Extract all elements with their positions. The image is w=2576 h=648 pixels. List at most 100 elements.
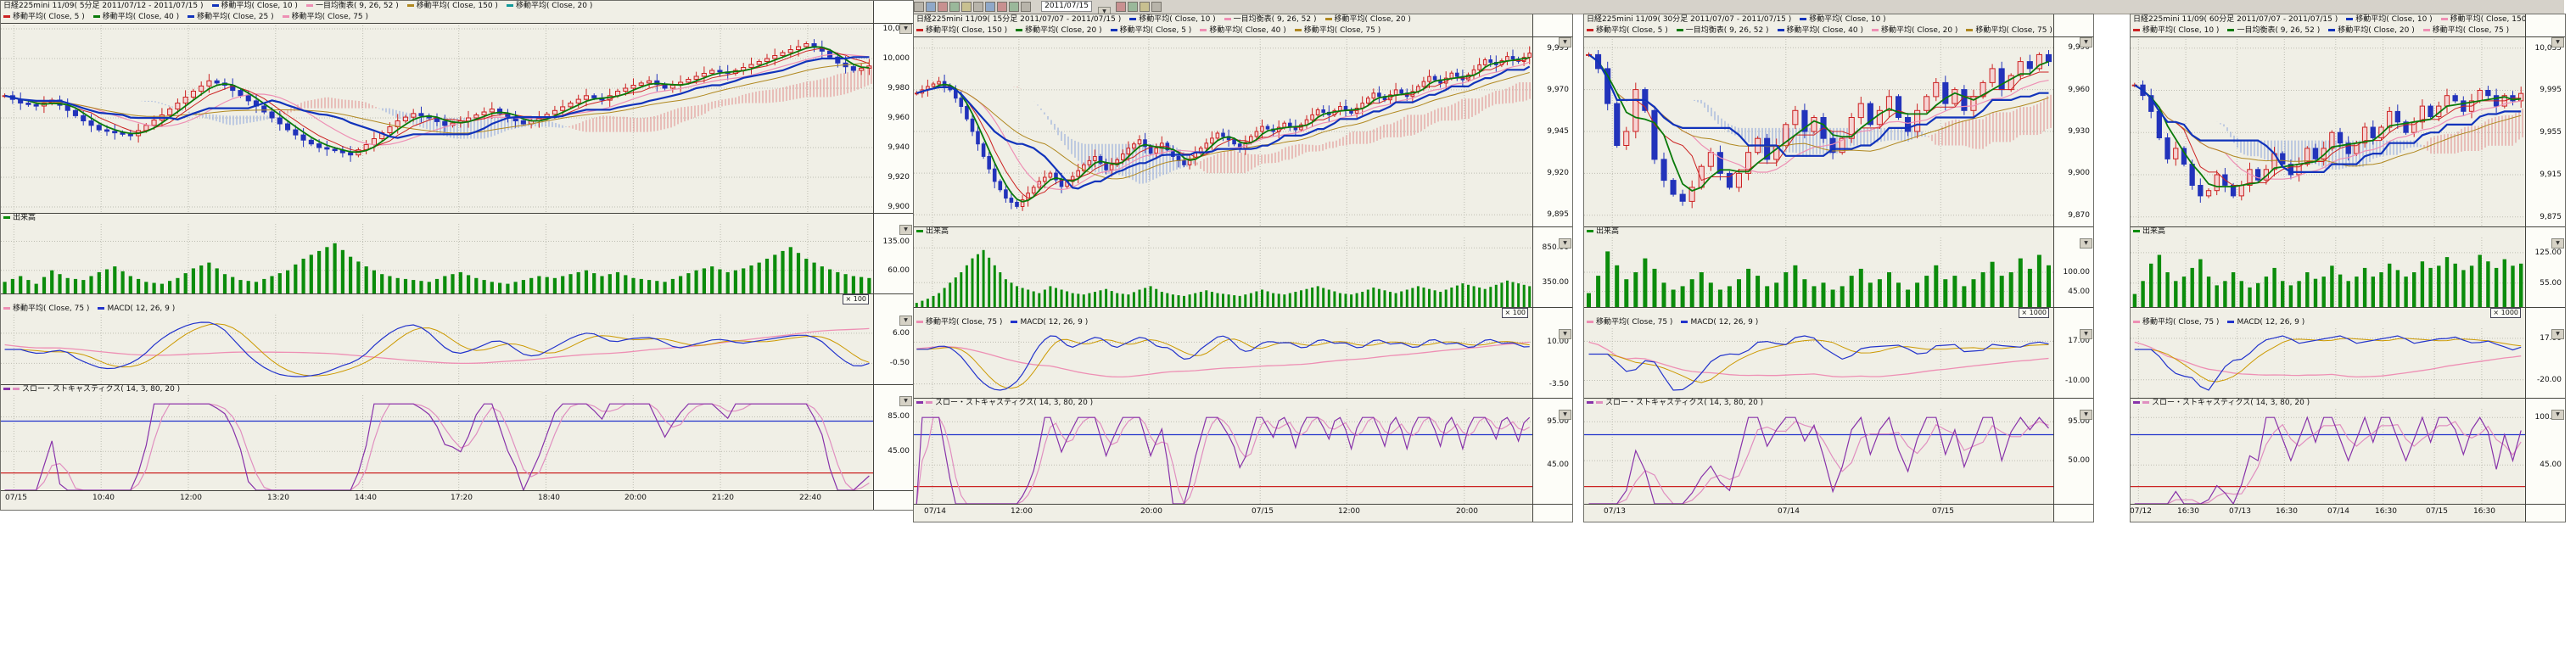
indicator-legend-item: 移動平均( Close, 40 ): [1778, 26, 1863, 35]
copy-icon[interactable]: [961, 2, 972, 12]
macd-chart-canvas: [2131, 328, 2525, 398]
indicator-legend-item: 移動平均( Close, 75 ): [2423, 26, 2509, 35]
price-axis-tick: 9,875: [2526, 213, 2562, 221]
axis-menu-button[interactable]: ▼: [2080, 410, 2092, 420]
time-axis-label: 12:00: [176, 491, 205, 505]
axis-menu-button[interactable]: ▼: [899, 24, 912, 34]
stoch-chart[interactable]: [914, 409, 1532, 504]
price-chart[interactable]: [1, 23, 873, 213]
stoch-chart[interactable]: [1584, 409, 2053, 504]
time-axis-label: 20:00: [1453, 505, 1481, 518]
price-axis-tick: 9,940: [874, 143, 910, 152]
bar-chart-icon[interactable]: [997, 2, 1007, 12]
price-chart[interactable]: [2131, 36, 2525, 226]
volume-axis-tick: 45.00: [2054, 288, 2090, 296]
time-axis-label: 17:20: [447, 491, 476, 505]
indicator-label: 移動平均( Close, 5 ): [13, 13, 85, 21]
value-axis-column: 10,02010,0009,9809,9609,9409,9209,900135…: [873, 1, 913, 510]
macd-chart[interactable]: [1584, 328, 2053, 398]
grid-icon[interactable]: [1009, 2, 1019, 12]
refresh-icon[interactable]: [1151, 2, 1162, 12]
indicator-legend-item: 移動平均( Close, 20 ): [507, 2, 592, 10]
section-divider: [914, 36, 1572, 37]
value-axis-column: 10,0359,9959,9559,9159,875125.0055.0017.…: [2525, 14, 2565, 522]
legend-color-swatch: [507, 4, 513, 7]
indicator-legend-item: 移動平均( Close, 75 ): [1587, 318, 1672, 327]
indicator-label: 一目均衡表( 9, 26, 52 ): [1686, 26, 1769, 35]
stochastics-label: スロー・ストキャスティクス( 14, 3, 80, 20 ): [935, 399, 1093, 407]
volume-chart-canvas: [2131, 237, 2525, 307]
indicator-label: 移動平均( Close, 150 ): [417, 2, 498, 10]
price-chart[interactable]: [914, 36, 1532, 226]
time-axis: 07/1307/1407/15: [1584, 505, 2053, 520]
volume-axis-tick: 135.00: [874, 237, 910, 246]
section-divider: [914, 307, 1572, 308]
price-chart-canvas: [914, 36, 1532, 226]
chart-header-row-2: 移動平均( Close, 5 )移動平均( Close, 40 )移動平均( C…: [1, 12, 913, 23]
axis-menu-button[interactable]: ▼: [2080, 37, 2092, 47]
volume-multiplier-badge: × 1000: [2490, 308, 2521, 318]
stoch-chart[interactable]: [1, 395, 873, 490]
macd-chart[interactable]: [2131, 328, 2525, 398]
macd-section-label-row: 移動平均( Close, 75 )MACD( 12, 26, 9 ): [1, 304, 873, 315]
value-axis-column: 9,9909,9609,9309,9009,870100.0045.0017.0…: [2053, 14, 2093, 522]
indicator-label: 移動平均( Close, 20 ): [1881, 26, 1957, 35]
new-chart-icon[interactable]: [914, 2, 924, 12]
time-axis-label: 07/13: [2226, 505, 2254, 518]
legend-color-swatch: [1800, 18, 1806, 20]
chart-header-row-2: 移動平均( Close, 5 ) 一目均衡表( 9, 26, 52 ) 移動平均( …: [1584, 25, 2093, 36]
volume-chart[interactable]: [914, 237, 1532, 307]
time-axis-label: 16:30: [2470, 505, 2499, 518]
toolbar-date-field[interactable]: 2011/07/15: [1041, 1, 1092, 12]
price-chart[interactable]: [1584, 36, 2053, 226]
indicator-label: 移動平均( Close, 20 ): [1025, 26, 1101, 35]
settings-icon[interactable]: [1021, 2, 1031, 12]
axis-menu-button[interactable]: ▼: [899, 396, 912, 406]
save-icon[interactable]: [938, 2, 948, 12]
axis-menu-button[interactable]: ▼: [1559, 37, 1571, 47]
volume-chart[interactable]: [1, 224, 873, 293]
macd-chart[interactable]: [914, 328, 1532, 398]
indicator-label: 移動平均( Close, 5 ): [1596, 26, 1668, 35]
axis-menu-button[interactable]: ▼: [2080, 329, 2092, 339]
line-chart-icon[interactable]: [985, 2, 995, 12]
axis-menu-button[interactable]: ▼: [899, 225, 912, 235]
zoom-out-icon[interactable]: [1128, 2, 1138, 12]
price-axis-tick: 10,000: [874, 54, 910, 63]
candlestick-icon[interactable]: [973, 2, 983, 12]
indicator-label: 移動平均( Close, 150 ): [926, 26, 1007, 35]
price-axis-tick: 9,995: [2526, 86, 2562, 94]
stoch-chart[interactable]: [2131, 409, 2525, 504]
volume-axis-tick: 60.00: [874, 266, 910, 275]
indicator-legend-item: 移動平均( Close, 25 ): [188, 13, 273, 21]
indicator-label: 移動平均( Close, 40 ): [1787, 26, 1863, 35]
axis-menu-button[interactable]: ▼: [1559, 329, 1571, 339]
legend-color-swatch: [2328, 29, 2335, 31]
crosshair-icon[interactable]: [1140, 2, 1150, 12]
axis-menu-button[interactable]: ▼: [2080, 238, 2092, 249]
legend-color-swatch: [1587, 401, 1593, 404]
axis-menu-button[interactable]: ▼: [2551, 37, 2564, 47]
axis-menu-button[interactable]: ▼: [1559, 238, 1571, 249]
indicator-legend-item: 移動平均( Close, 10 ): [2133, 26, 2219, 35]
price-axis-tick: 9,955: [2526, 128, 2562, 137]
axis-menu-button[interactable]: ▼: [2551, 238, 2564, 249]
stoch-chart-canvas: [1584, 409, 2053, 504]
open-icon[interactable]: [926, 2, 936, 12]
macd-chart[interactable]: [1, 315, 873, 384]
legend-color-swatch: [916, 321, 923, 323]
axis-menu-button[interactable]: ▼: [899, 316, 912, 326]
zoom-in-icon[interactable]: [1116, 2, 1126, 12]
volume-chart[interactable]: [1584, 237, 2053, 307]
legend-color-swatch: [1587, 230, 1593, 232]
print-icon[interactable]: [949, 2, 960, 12]
legend-color-swatch: [1295, 29, 1302, 31]
axis-menu-button[interactable]: ▼: [2551, 329, 2564, 339]
axis-menu-button[interactable]: ▼: [2551, 410, 2564, 420]
section-divider: [1584, 226, 2093, 227]
axis-menu-button[interactable]: ▼: [1559, 410, 1571, 420]
indicator-label: 一目均衡表( 9, 26, 52 ): [2237, 26, 2320, 35]
legend-color-swatch: [1129, 18, 1136, 20]
volume-chart-canvas: [1, 224, 873, 293]
volume-chart[interactable]: [2131, 237, 2525, 307]
